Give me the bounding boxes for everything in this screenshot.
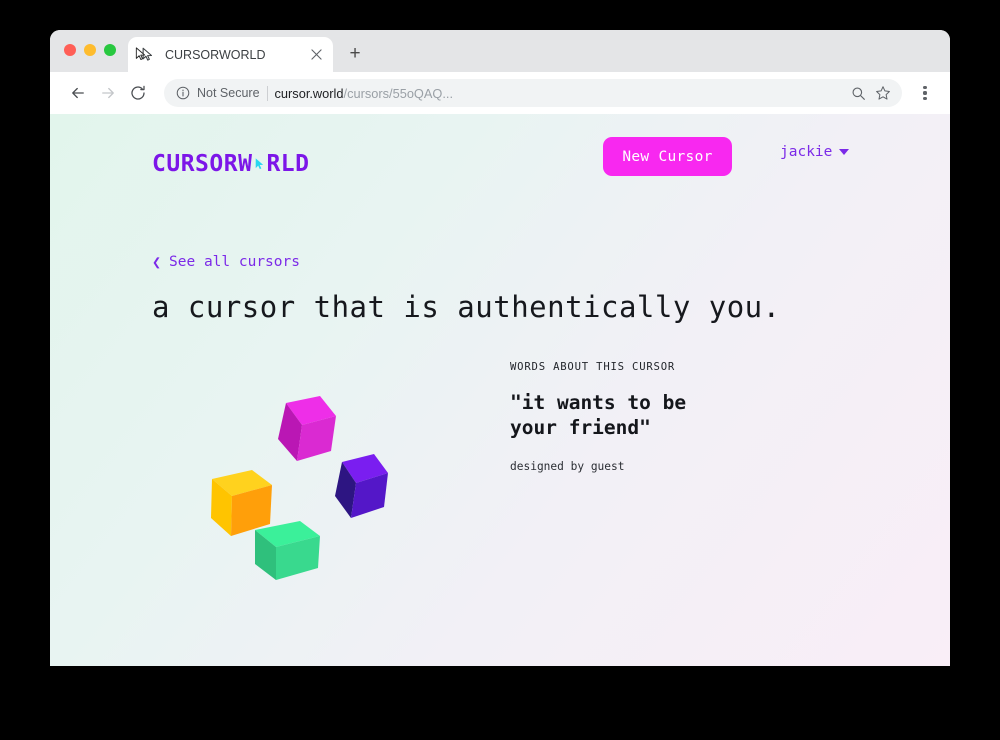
see-all-cursors-label: See all cursors bbox=[169, 254, 300, 270]
new-cursor-button[interactable]: New Cursor bbox=[603, 137, 732, 176]
back-arrow-icon[interactable] bbox=[64, 79, 92, 107]
cursor-preview-art bbox=[190, 384, 420, 584]
forward-arrow-icon bbox=[94, 79, 122, 107]
tab-title: CURSORWORLD bbox=[165, 47, 266, 62]
cursor-arrow-icon bbox=[140, 47, 155, 62]
info-circle-icon[interactable] bbox=[176, 86, 190, 100]
browser-window: CURSORWORLD + Not Secure cursor.world/cu… bbox=[50, 30, 950, 666]
traffic-lights bbox=[64, 44, 116, 56]
cursor-arrow-icon bbox=[252, 153, 266, 175]
logo-text-after: RLD bbox=[266, 151, 310, 177]
cursor-designer-credit: designed by guest bbox=[510, 459, 625, 473]
browser-toolbar: Not Secure cursor.world/cursors/55oQAQ..… bbox=[50, 72, 950, 114]
tab-strip: CURSORWORLD + bbox=[50, 30, 950, 72]
new-tab-button[interactable]: + bbox=[343, 41, 367, 65]
words-section-label: WORDS ABOUT THIS CURSOR bbox=[510, 361, 676, 373]
chevron-left-icon: ❮ bbox=[152, 252, 162, 271]
url-path: /cursors/55oQAQ... bbox=[343, 85, 454, 101]
close-icon[interactable] bbox=[307, 46, 325, 64]
window-close-button[interactable] bbox=[64, 44, 76, 56]
browser-tab[interactable]: CURSORWORLD bbox=[128, 37, 333, 72]
page-viewport: CURSORW RLD New Cursor jackie ❮ See all … bbox=[50, 114, 950, 666]
security-status-label: Not Secure bbox=[197, 86, 260, 100]
magenta-cube bbox=[278, 396, 336, 461]
address-bar[interactable]: Not Secure cursor.world/cursors/55oQAQ..… bbox=[164, 79, 902, 107]
three-dot-menu-icon[interactable] bbox=[912, 80, 938, 106]
green-cube bbox=[255, 521, 320, 580]
star-icon[interactable] bbox=[874, 84, 892, 102]
violet-cube bbox=[335, 454, 388, 518]
reload-icon[interactable] bbox=[124, 79, 152, 107]
yellow-cube bbox=[211, 470, 272, 536]
page-title: a cursor that is authentically you. bbox=[152, 290, 781, 324]
site-logo[interactable]: CURSORW RLD bbox=[152, 151, 309, 177]
site-header: CURSORW RLD New Cursor jackie bbox=[50, 134, 950, 194]
window-minimize-button[interactable] bbox=[84, 44, 96, 56]
logo-text-before: CURSORW bbox=[152, 151, 253, 177]
user-menu[interactable]: jackie bbox=[780, 144, 850, 160]
cursor-quote: "it wants to be your friend" bbox=[510, 391, 687, 440]
user-menu-label: jackie bbox=[780, 144, 833, 160]
words-about-cursor-panel: WORDS ABOUT THIS CURSOR "it wants to be … bbox=[510, 361, 840, 473]
search-icon[interactable] bbox=[849, 84, 867, 102]
url-domain: cursor.world bbox=[274, 85, 344, 101]
url-text: cursor.world/cursors/55oQAQ... bbox=[275, 86, 842, 101]
omnibox-divider bbox=[266, 85, 268, 101]
see-all-cursors-link[interactable]: ❮ See all cursors bbox=[152, 254, 300, 270]
chevron-down-icon bbox=[839, 149, 850, 155]
window-zoom-button[interactable] bbox=[104, 44, 116, 56]
